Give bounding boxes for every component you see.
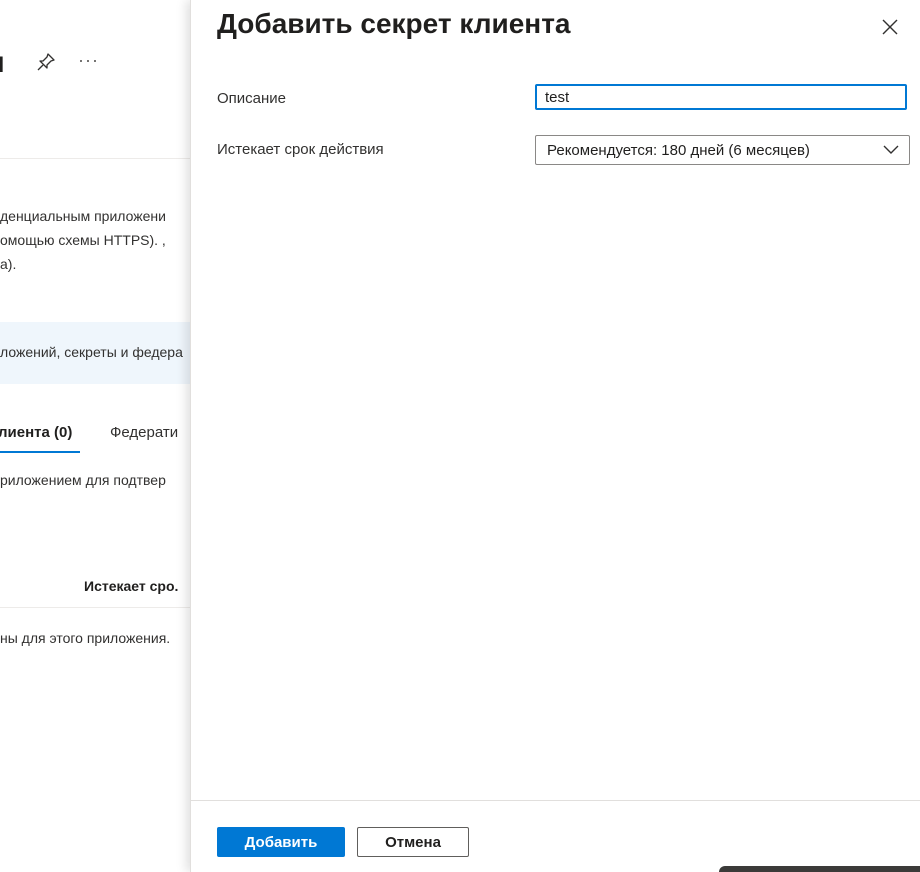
chevron-down-icon — [883, 145, 899, 154]
page-description: денциальным приложени омощью схемы HTTPS… — [0, 204, 190, 276]
expires-selected-value: Рекомендуется: 180 дней (6 месяцев) — [547, 142, 810, 159]
page-title-fragment: I — [0, 52, 5, 77]
panel-title: Добавить секрет клиента — [217, 8, 571, 39]
description-line: а). — [0, 256, 17, 272]
description-line: денциальным приложени — [0, 208, 166, 224]
tab-description: риложением для подтвер — [0, 472, 166, 488]
add-button[interactable]: Добавить — [217, 827, 345, 857]
description-input[interactable] — [535, 84, 907, 110]
divider — [0, 158, 190, 159]
close-icon[interactable] — [875, 12, 905, 42]
pin-icon[interactable] — [36, 52, 56, 72]
background-page: I ··· денциальным приложени омощью схемы… — [0, 0, 190, 872]
info-banner-text: ложений, секреты и федера — [0, 344, 183, 360]
overlay-edge — [719, 866, 920, 872]
table-divider — [0, 607, 190, 608]
add-client-secret-panel: Добавить секрет клиента Описание Истекае… — [190, 0, 920, 872]
expires-dropdown[interactable]: Рекомендуется: 180 дней (6 месяцев) — [535, 135, 910, 165]
tab-federated-credentials[interactable]: Федерати — [110, 424, 178, 441]
tab-client-secrets[interactable]: лиента (0) — [0, 424, 72, 441]
more-options-icon[interactable]: ··· — [78, 50, 99, 71]
description-line: омощью схемы HTTPS). , — [0, 232, 166, 248]
info-banner: ложений, секреты и федера — [0, 322, 190, 384]
expires-label: Истекает срок действия — [217, 141, 384, 158]
description-label: Описание — [217, 90, 287, 107]
table-empty-message: ны для этого приложения. — [0, 630, 171, 646]
cancel-button[interactable]: Отмена — [357, 827, 469, 857]
footer-divider — [191, 800, 920, 801]
screen: I ··· денциальным приложени омощью схемы… — [0, 0, 920, 872]
column-header-expires[interactable]: Истекает сро. — [84, 578, 178, 594]
tab-active-indicator — [0, 451, 80, 453]
